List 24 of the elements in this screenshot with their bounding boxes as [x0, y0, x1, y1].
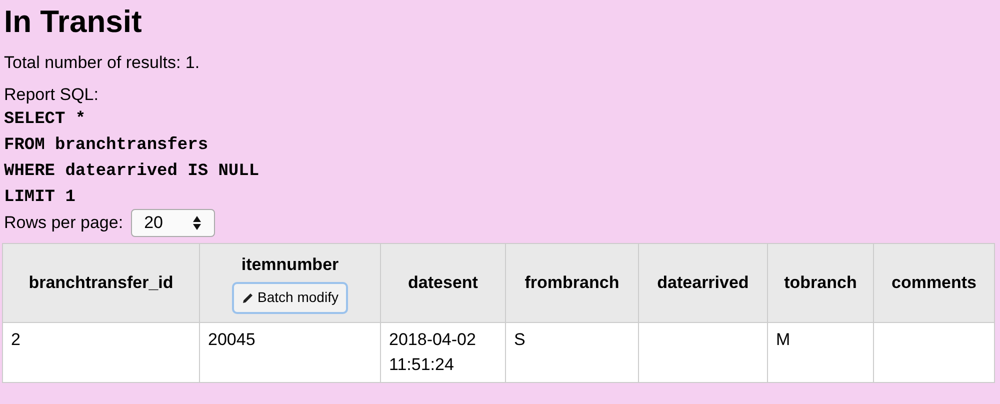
rows-per-page-label: Rows per page:: [4, 212, 124, 234]
sql-label: Report SQL:: [4, 85, 98, 104]
column-header: branchtransfer_id: [2, 244, 200, 322]
table-cell: M: [768, 322, 874, 382]
table-cell: 20045: [200, 322, 380, 382]
column-header: datearrived: [638, 244, 768, 322]
table-cell: 2: [2, 322, 200, 382]
table-cell: 2018-04-02 11:51:24: [380, 322, 506, 382]
column-header: comments: [874, 244, 994, 322]
column-header: frombranch: [506, 244, 638, 322]
pencil-icon: [242, 292, 254, 304]
batch-modify-button[interactable]: Batch modify: [232, 282, 348, 314]
sql-line: FROM branchtransfers: [4, 136, 208, 155]
sql-line: SELECT *: [4, 110, 86, 129]
page-title: In Transit: [4, 3, 142, 41]
table-cell: S: [506, 322, 638, 382]
sql-line: LIMIT 1: [4, 188, 76, 207]
column-header: itemnumber Batch modify: [200, 244, 380, 322]
stepper-icon: [192, 215, 202, 231]
sql-line: WHERE datearrived IS NULL: [4, 162, 260, 181]
column-header: tobranch: [768, 244, 874, 322]
results-count: Total number of results: 1.: [4, 53, 200, 72]
column-header: datesent: [380, 244, 506, 322]
rows-per-page-select[interactable]: 20: [131, 209, 216, 237]
